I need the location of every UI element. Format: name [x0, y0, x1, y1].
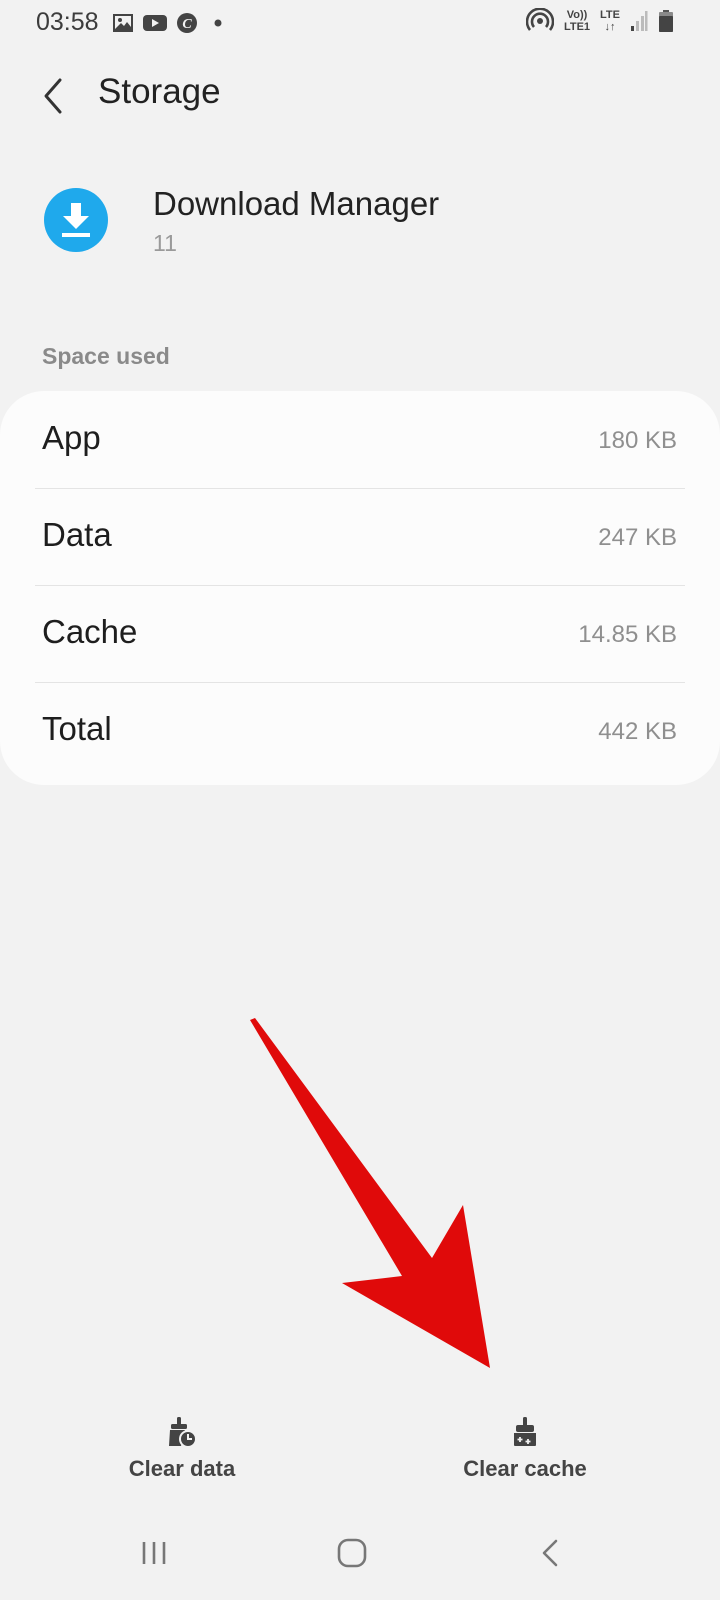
back-icon — [542, 1539, 558, 1567]
row-value: 247 KB — [598, 524, 677, 551]
more-notifications-dot-icon — [214, 19, 222, 27]
clear-cache-icon — [514, 1417, 536, 1446]
back-nav-button[interactable] — [520, 1534, 580, 1574]
recents-icon — [142, 1542, 166, 1564]
clear-data-label: Clear data — [128, 1456, 236, 1481]
signal-icon — [631, 11, 648, 31]
notification-icons: C — [112, 12, 224, 34]
row-value: 180 KB — [598, 427, 677, 454]
hotspot-icon — [525, 8, 554, 31]
volte-label: Vo)) — [566, 9, 588, 21]
home-icon — [337, 1538, 367, 1568]
clear-data-icon — [169, 1417, 197, 1448]
clear-data-button[interactable]: Clear data — [82, 1415, 282, 1495]
row-value: 442 KB — [598, 718, 677, 745]
back-chevron-icon — [44, 78, 62, 114]
section-label-space-used: Space used — [42, 343, 170, 369]
row-label: Cache — [42, 613, 138, 650]
row-label: Total — [42, 710, 112, 747]
clear-cache-label: Clear cache — [463, 1456, 587, 1481]
app-version: 11 — [153, 230, 177, 256]
youtube-icon — [143, 15, 167, 31]
data-activity-icon: ↓↑ — [604, 21, 616, 33]
status-bar: 03:58 C Vo)) LTE1 LTE ↓↑ — [0, 0, 720, 46]
storage-row-cache: Cache 14.85 KB — [0, 585, 720, 682]
back-button[interactable] — [36, 74, 76, 118]
lte-label: LTE — [600, 9, 620, 21]
lte1-label: LTE1 — [563, 21, 591, 33]
storage-row-app: App 180 KB — [0, 391, 720, 488]
app-bar: Storage — [0, 60, 720, 130]
row-value: 14.85 KB — [578, 621, 677, 648]
download-icon — [62, 203, 90, 237]
volte-indicator: Vo)) LTE1 — [564, 9, 590, 33]
battery-icon — [659, 10, 673, 32]
space-used-card: App 180 KB Data 247 KB Cache 14.85 KB To… — [0, 391, 720, 785]
row-label: Data — [42, 516, 112, 553]
red-arrow-icon — [250, 1018, 490, 1368]
storage-row-data: Data 247 KB — [0, 488, 720, 585]
system-icons: Vo)) LTE1 LTE ↓↑ — [525, 8, 674, 34]
clear-cache-button[interactable]: Clear cache — [425, 1415, 625, 1495]
c-app-icon: C — [177, 13, 197, 33]
svg-text:C: C — [182, 17, 192, 32]
page-title: Storage — [98, 72, 221, 111]
storage-row-total: Total 442 KB — [0, 682, 720, 779]
app-info: Download Manager 11 — [0, 180, 720, 270]
status-time: 03:58 — [36, 8, 99, 36]
home-button[interactable] — [322, 1534, 382, 1574]
gallery-icon — [113, 14, 133, 32]
recents-button[interactable] — [124, 1534, 184, 1574]
download-manager-app-icon — [44, 188, 108, 252]
lte-indicator: LTE ↓↑ — [600, 9, 620, 33]
app-name: Download Manager — [153, 185, 440, 222]
row-label: App — [42, 419, 101, 456]
navigation-bar — [0, 1520, 720, 1590]
